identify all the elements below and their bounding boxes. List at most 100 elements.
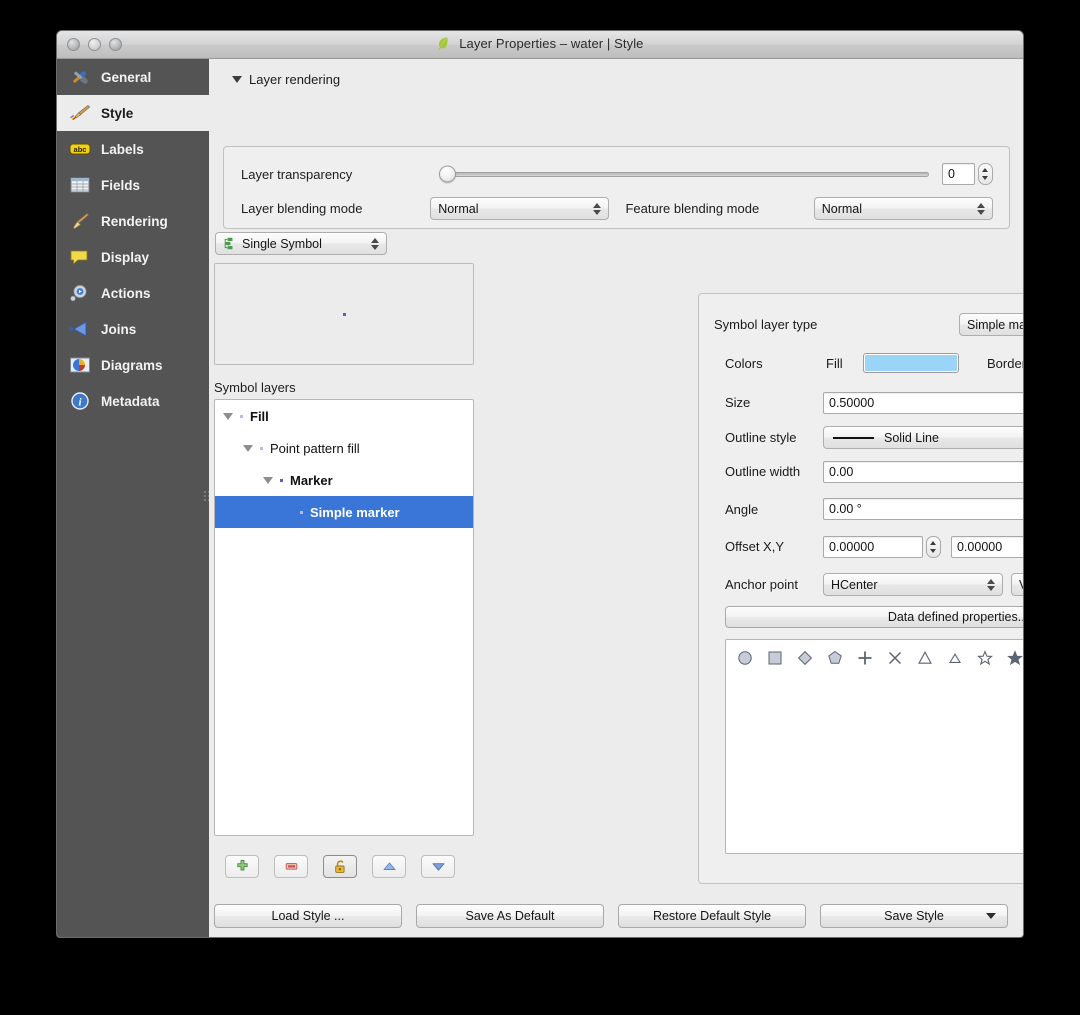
chevron-updown-icon [977, 202, 986, 216]
zoom-button[interactable] [109, 38, 122, 51]
info-circle-icon: i [68, 390, 92, 412]
x-cross-marker-icon[interactable] [880, 646, 910, 670]
feature-blending-value: Normal [821, 201, 863, 216]
offset-x-input[interactable]: 0.00000 [823, 535, 923, 558]
outline-style-label: Outline style [725, 430, 797, 445]
chevron-updown-icon [371, 237, 380, 251]
cross-marker-icon[interactable] [850, 646, 880, 670]
sidebar-label: General [101, 69, 152, 85]
offset-label: Offset X,Y [725, 539, 785, 554]
circle-marker-icon[interactable] [730, 646, 760, 670]
size-input[interactable]: 0.50000 [823, 391, 1023, 414]
tree-row-marker[interactable]: Marker [215, 464, 473, 496]
fill-color-swatch[interactable] [863, 353, 959, 373]
disclosure-triangle-icon[interactable] [223, 412, 233, 420]
anchor-vertical-select[interactable]: VCenter [1011, 573, 1023, 596]
sidebar-label: Metadata [101, 393, 160, 409]
sidebar-item-rendering[interactable]: Rendering [57, 203, 209, 239]
sidebar-item-joins[interactable]: Joins [57, 311, 209, 347]
angle-input[interactable]: 0.00 ° [823, 498, 1023, 520]
sidebar-label: Labels [101, 141, 144, 157]
offset-x-stepper[interactable] [926, 535, 941, 558]
triangle-marker-icon[interactable] [910, 646, 940, 670]
minimize-button[interactable] [88, 38, 101, 51]
offset-x-value: 0.00000 [829, 539, 875, 554]
load-style-label: Load Style ... [271, 909, 345, 923]
sidebar-item-metadata[interactable]: i Metadata [57, 383, 209, 419]
renderer-type-value: Single Symbol [242, 236, 322, 251]
restore-default-style-label: Restore Default Style [652, 909, 772, 923]
layer-blending-mode-select[interactable]: Normal [430, 197, 610, 220]
move-down-button[interactable] [421, 855, 455, 878]
layer-blending-value: Normal [438, 201, 479, 216]
node-dot-icon [260, 446, 263, 450]
offset-y-input[interactable]: 0.00000 [951, 535, 1023, 558]
data-defined-properties-button[interactable]: Data defined properties... [725, 606, 1023, 628]
lock-layer-button[interactable] [323, 855, 357, 878]
equilateral-triangle-marker-icon[interactable] [940, 646, 970, 670]
star-outline-marker-icon[interactable] [970, 646, 1000, 670]
sidebar-item-display[interactable]: Display [57, 239, 209, 275]
symbol-layers-tree[interactable]: Fill Point pattern fill Marker Simple ma… [214, 399, 474, 836]
outline-style-select[interactable]: Solid Line [823, 426, 1023, 449]
broom-icon [68, 210, 92, 232]
sidebar-item-fields[interactable]: Fields [57, 167, 209, 203]
sidebar-item-style[interactable]: Style [57, 95, 209, 131]
load-style-button[interactable]: Load Style ... [214, 904, 402, 928]
feature-blending-mode-select[interactable]: Normal [813, 197, 994, 220]
tree-row-fill[interactable]: Fill [215, 400, 473, 432]
sidebar-item-labels[interactable]: abc Labels [57, 131, 209, 167]
sidebar-item-actions[interactable]: Actions [57, 275, 209, 311]
border-label: Border [987, 355, 1024, 371]
colors-label: Colors [725, 355, 763, 371]
layer-rendering-panel: Layer transparency 0 Layer blending mode… [223, 146, 1010, 229]
speech-bubble-icon [68, 246, 92, 268]
square-marker-icon[interactable] [760, 646, 790, 670]
close-button[interactable] [67, 38, 80, 51]
slider-handle[interactable] [439, 165, 456, 183]
layer-transparency-value-field[interactable]: 0 [942, 163, 975, 185]
window-titlebar[interactable]: Layer Properties – water | Style [57, 31, 1023, 59]
transparency-stepper[interactable] [978, 163, 993, 185]
join-arrow-icon [68, 318, 92, 340]
outline-style-value: Solid Line [884, 430, 939, 445]
restore-default-style-button[interactable]: Restore Default Style [618, 904, 806, 928]
marker-shape-gallery[interactable] [725, 639, 1023, 854]
tree-row-label: Fill [250, 408, 269, 424]
tree-row-label: Simple marker [310, 504, 400, 520]
window-controls [67, 38, 122, 51]
size-value: 0.50000 [829, 395, 875, 410]
star-marker-icon[interactable] [1000, 646, 1023, 670]
save-as-default-button[interactable]: Save As Default [416, 904, 604, 928]
tree-row-point-pattern-fill[interactable]: Point pattern fill [215, 432, 473, 464]
tree-row-simple-marker[interactable]: Simple marker [215, 496, 473, 528]
sidebar-item-general[interactable]: General [57, 59, 209, 95]
move-up-button[interactable] [372, 855, 406, 878]
layer-transparency-slider[interactable] [439, 165, 929, 183]
anchor-horizontal-select[interactable]: HCenter [823, 573, 1003, 596]
layer-rendering-group-header[interactable]: Layer rendering [223, 59, 1009, 92]
add-symbol-layer-button[interactable] [225, 855, 259, 878]
collapse-triangle-icon[interactable] [232, 76, 242, 83]
gear-play-icon [68, 282, 92, 304]
single-symbol-icon [223, 237, 236, 250]
pentagon-marker-icon[interactable] [820, 646, 850, 670]
symbol-layer-type-select[interactable]: Simple marker [959, 313, 1023, 336]
solid-line-preview-icon [831, 434, 876, 442]
sidebar-label: Fields [101, 177, 141, 193]
remove-symbol-layer-button[interactable] [274, 855, 308, 878]
style-tab-content: Layer rendering Layer transparency 0 Lay [209, 59, 1024, 937]
outline-width-value: 0.00 [829, 464, 854, 479]
chevron-down-icon [986, 913, 996, 919]
feature-blending-mode-label: Feature blending mode [625, 201, 760, 216]
layer-properties-dialog: Layer Properties – water | Style General… [56, 30, 1024, 938]
save-style-button[interactable]: Save Style [820, 904, 1008, 928]
diamond-marker-icon[interactable] [790, 646, 820, 670]
outline-width-input[interactable]: 0.00 [823, 460, 1023, 483]
disclosure-triangle-icon[interactable] [243, 444, 253, 452]
disclosure-triangle-icon[interactable] [263, 476, 273, 484]
renderer-type-select[interactable]: Single Symbol [215, 232, 387, 255]
anchor-v-value: VCenter [1019, 578, 1023, 592]
offset-y-value: 0.00000 [957, 539, 1003, 554]
sidebar-item-diagrams[interactable]: Diagrams [57, 347, 209, 383]
